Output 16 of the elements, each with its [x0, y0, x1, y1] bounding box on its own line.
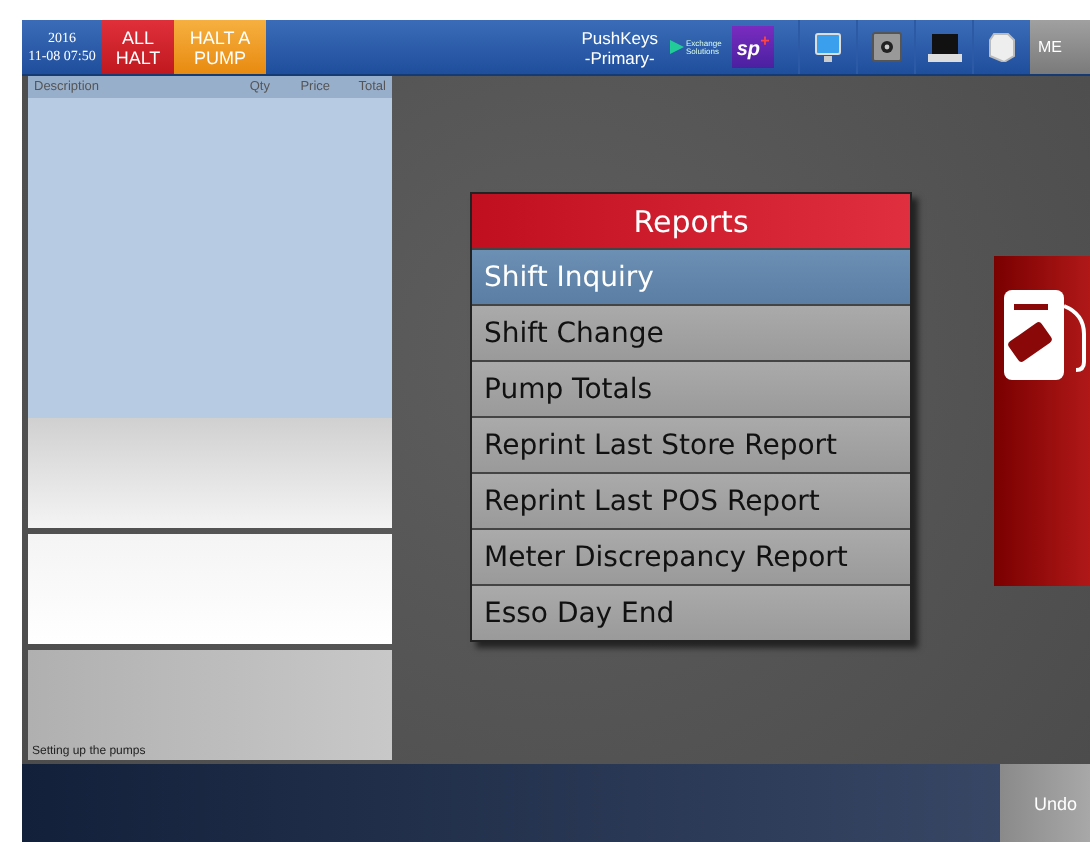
sp-logo: sp$^{+}$ — [732, 26, 774, 68]
menu-title: Reports — [472, 194, 910, 248]
monitor-icon — [814, 31, 842, 63]
menu-item[interactable]: Shift Inquiry — [472, 250, 910, 304]
cash-drawer-icon — [927, 33, 961, 61]
safe-icon — [871, 32, 901, 62]
pump-tile[interactable] — [994, 256, 1090, 586]
menu-item[interactable]: Reprint Last POS Report — [472, 474, 910, 528]
menu-item[interactable]: Reprint Last Store Report — [472, 418, 910, 472]
menu-item[interactable]: Esso Day End — [472, 586, 910, 640]
menu-item[interactable]: Shift Change — [472, 306, 910, 360]
menu-item[interactable]: Meter Discrepancy Report — [472, 530, 910, 584]
all-halt-button[interactable]: ALL HALT — [102, 20, 174, 74]
fuel-pump-card-icon — [1004, 290, 1090, 380]
menu-item[interactable]: Pump Totals — [472, 362, 910, 416]
pushkeys-button[interactable]: PushKeys -Primary- — [575, 20, 664, 74]
